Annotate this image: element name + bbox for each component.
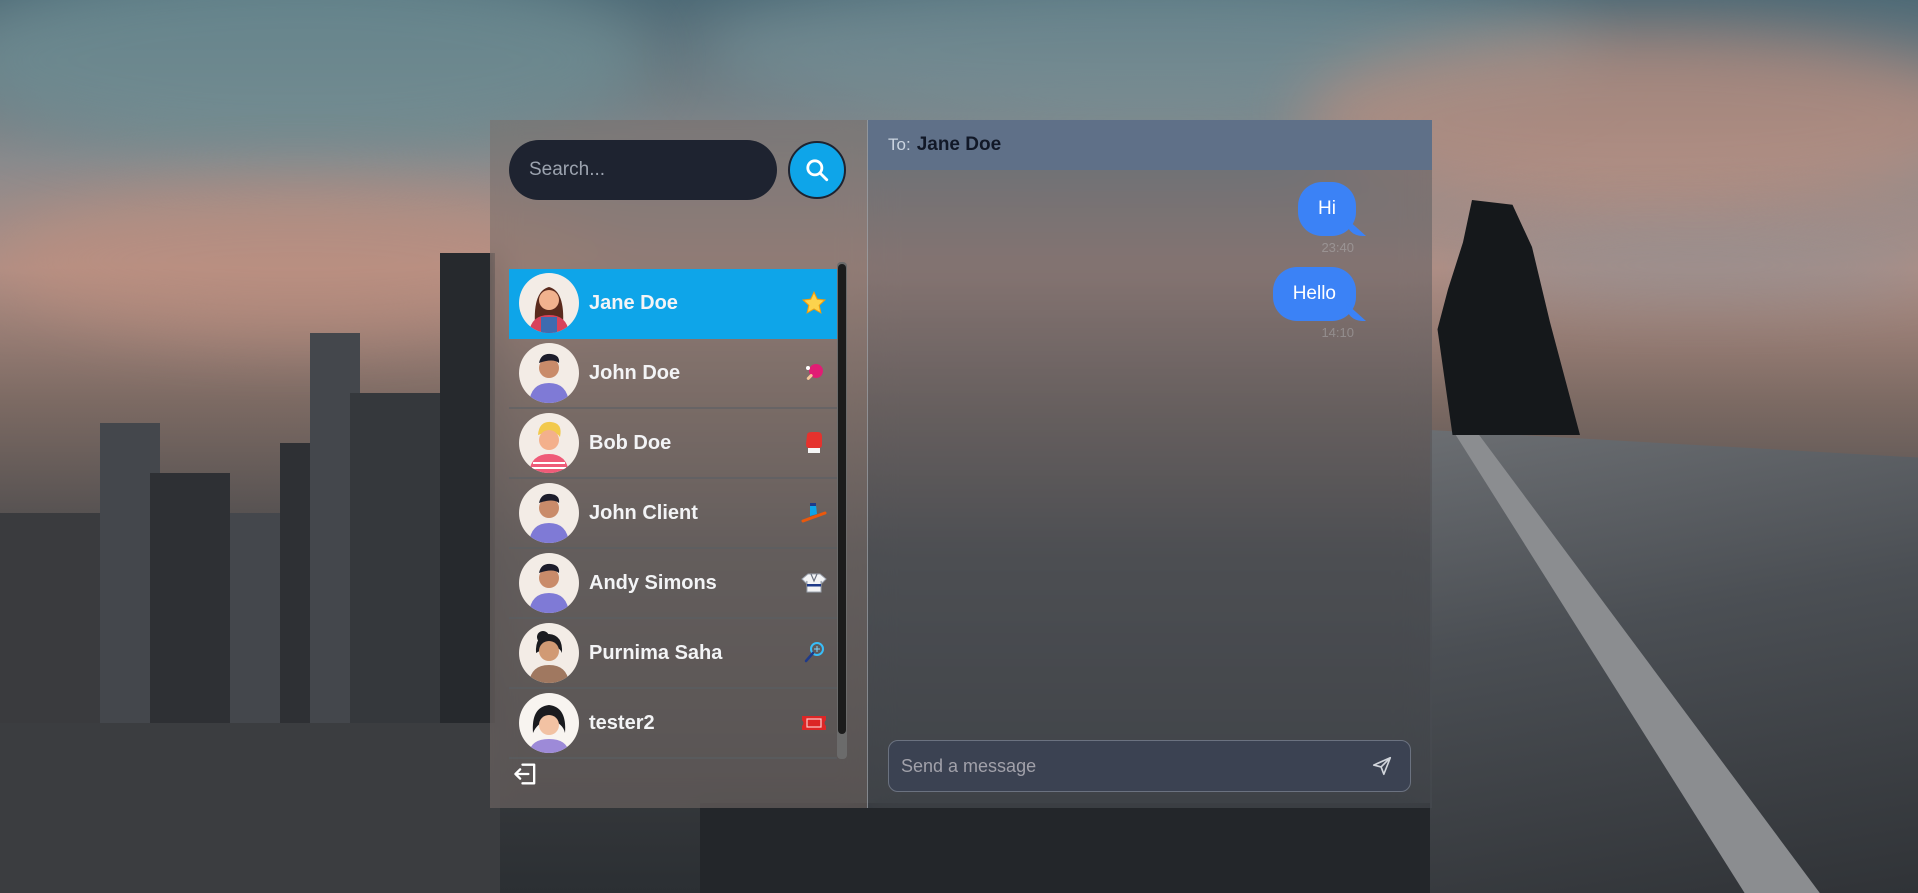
message-bubble: Hello bbox=[1272, 267, 1356, 321]
send-button[interactable] bbox=[1362, 746, 1402, 786]
scrollbar-thumb[interactable] bbox=[838, 264, 846, 734]
badminton-icon bbox=[801, 640, 827, 666]
avatar bbox=[519, 413, 579, 473]
message: Hello 14:10 bbox=[1272, 267, 1356, 340]
contact-item[interactable]: Andy Simons bbox=[509, 549, 837, 619]
sidebar: Jane Doe John Doe Bob Doe bbox=[490, 120, 868, 808]
contact-name: John Doe bbox=[589, 361, 681, 384]
contact-name: John Client bbox=[589, 501, 698, 524]
contact-item[interactable]: tester2 bbox=[509, 689, 837, 759]
contact-item[interactable]: Purnima Saha bbox=[509, 619, 837, 689]
search-bar bbox=[509, 140, 846, 200]
message-input[interactable] bbox=[889, 754, 1362, 778]
boxing-glove-icon bbox=[801, 430, 827, 456]
chat-panel: To: Jane Doe Hi 23:40 Hello 14:10 bbox=[868, 120, 1432, 808]
ping-pong-icon bbox=[801, 360, 827, 386]
contact-name: Jane Doe bbox=[589, 291, 678, 314]
avatar bbox=[519, 483, 579, 543]
ticket-icon bbox=[801, 710, 827, 736]
contact-list: Jane Doe John Doe Bob Doe John Client An… bbox=[509, 269, 837, 766]
search-input[interactable] bbox=[509, 140, 777, 200]
contact-name: tester2 bbox=[589, 711, 655, 734]
search-icon bbox=[806, 159, 829, 182]
logout-icon bbox=[514, 763, 536, 785]
avatar bbox=[519, 693, 579, 753]
avatar bbox=[519, 553, 579, 613]
search-button[interactable] bbox=[788, 141, 846, 199]
star-icon bbox=[801, 290, 827, 316]
message-time: 14:10 bbox=[1321, 325, 1354, 340]
message-time: 23:40 bbox=[1321, 240, 1354, 255]
avatar bbox=[519, 623, 579, 683]
message-composer bbox=[888, 740, 1411, 792]
martial-arts-uniform-icon bbox=[801, 570, 827, 596]
contact-name: Purnima Saha bbox=[589, 641, 723, 664]
chat-app-window: Jane Doe John Doe Bob Doe bbox=[490, 120, 1432, 808]
message-bubble: Hi bbox=[1298, 182, 1356, 236]
contact-name: Andy Simons bbox=[589, 571, 717, 594]
contact-item[interactable]: John Doe bbox=[509, 339, 837, 409]
ski-icon bbox=[801, 500, 827, 526]
avatar bbox=[519, 343, 579, 403]
send-icon bbox=[1372, 756, 1392, 776]
contact-list-scrollbar[interactable] bbox=[837, 262, 847, 759]
contact-item[interactable]: John Client bbox=[509, 479, 837, 549]
recipient-name: Jane Doe bbox=[916, 134, 1002, 155]
contact-item[interactable]: Bob Doe bbox=[509, 409, 837, 479]
message: Hi 23:40 bbox=[1298, 182, 1356, 255]
chat-header: To: Jane Doe bbox=[868, 120, 1432, 170]
recipient-label: To: bbox=[888, 135, 911, 154]
contact-name: Bob Doe bbox=[589, 431, 672, 454]
contact-item[interactable]: Jane Doe bbox=[509, 269, 837, 339]
logout-button[interactable] bbox=[512, 760, 540, 788]
avatar bbox=[519, 273, 579, 333]
